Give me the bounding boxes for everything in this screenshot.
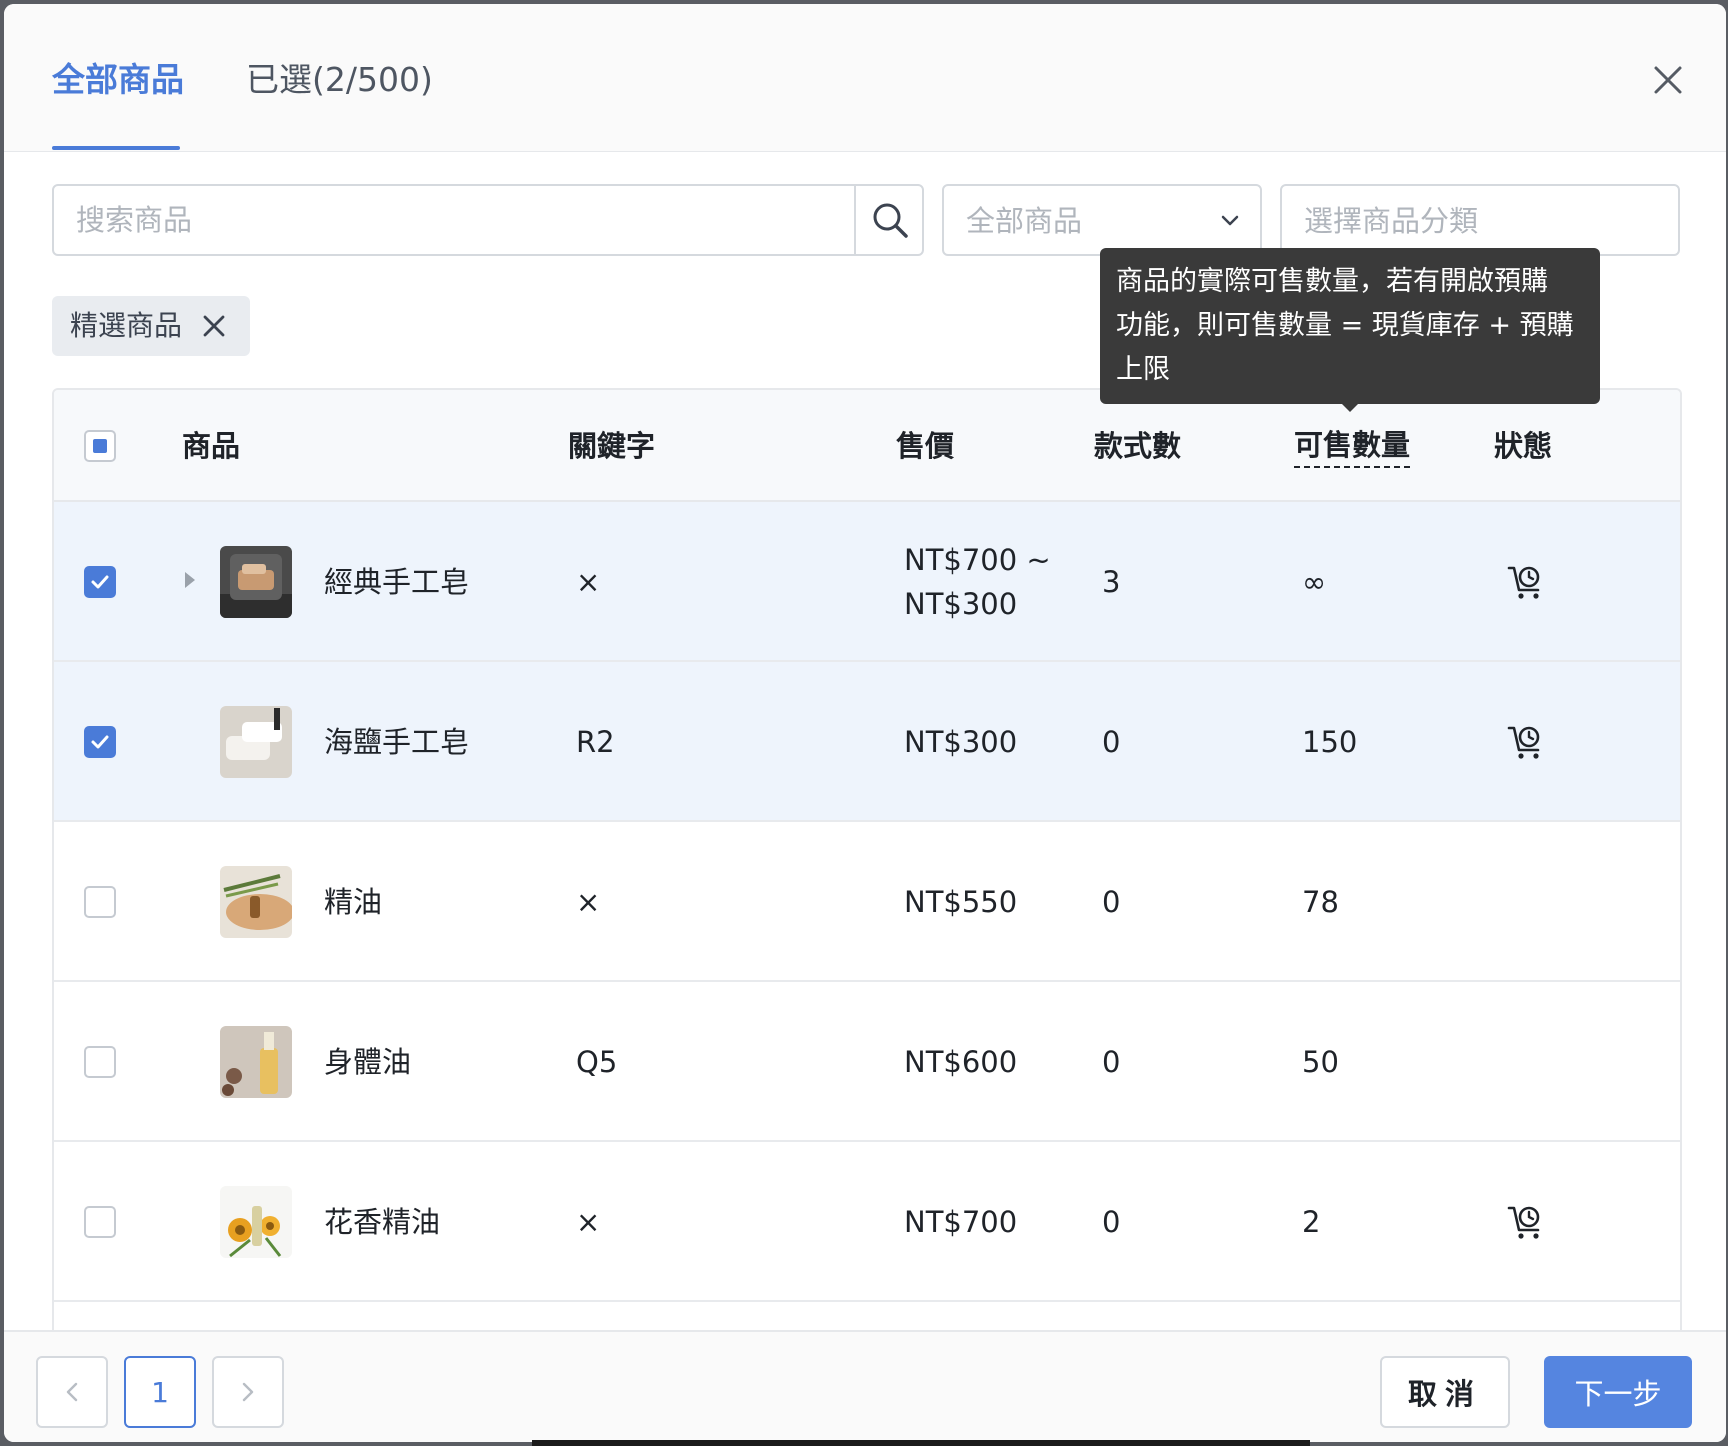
- product-keyword: ×: [576, 885, 601, 919]
- cancel-button[interactable]: 取消: [1380, 1356, 1510, 1428]
- category-select[interactable]: 選擇商品分類: [1280, 184, 1680, 256]
- chevron-right-icon: [242, 1382, 254, 1402]
- row-checkbox[interactable]: [84, 1206, 116, 1238]
- product-type-select[interactable]: 全部商品: [942, 184, 1262, 256]
- sellable-quantity: 50: [1302, 1045, 1339, 1079]
- variant-count: 0: [1102, 1205, 1121, 1239]
- product-name: 精油: [324, 885, 383, 919]
- category-placeholder: 選擇商品分類: [1304, 204, 1479, 238]
- table-row[interactable]: 身體油 Q5 NT$600 0 50: [54, 982, 1680, 1142]
- product-keyword: ×: [576, 565, 601, 599]
- tooltip-line: 上限: [1116, 354, 1170, 385]
- sellable-quantity: ∞: [1302, 565, 1327, 599]
- search-button[interactable]: [854, 186, 924, 254]
- variant-count: 0: [1102, 725, 1121, 759]
- select-all-checkbox[interactable]: [84, 430, 116, 462]
- product-picker-modal: 全部商品 已選(2/500) 全部商品 選擇商品分類 精選商品 商品 關鍵字 售…: [4, 4, 1726, 1442]
- header-price: 售價: [896, 429, 955, 463]
- next-page-button[interactable]: [212, 1356, 284, 1428]
- tooltip-arrow: [1340, 402, 1360, 412]
- table-row[interactable]: 海鹽手工皂 R2 NT$300 0 150: [54, 662, 1680, 822]
- sellable-quantity: 2: [1302, 1205, 1321, 1239]
- sellable-quantity: 150: [1302, 725, 1358, 759]
- table-row[interactable]: 經典手工皂 × NT$700 ~ NT$300 3 ∞: [54, 502, 1680, 662]
- cart-clock-icon: [1506, 562, 1546, 602]
- search-icon: [873, 203, 908, 238]
- prev-page-button[interactable]: [36, 1356, 108, 1428]
- product-thumbnail: [220, 866, 292, 938]
- variant-count: 0: [1102, 885, 1121, 919]
- tooltip-line: 功能，則可售數量 = 現貨庫存 + 預購: [1116, 310, 1574, 341]
- stock-tooltip: 商品的實際可售數量，若有開啟預購 功能，則可售數量 = 現貨庫存 + 預購 上限: [1100, 248, 1600, 404]
- background-bar: [532, 1440, 1310, 1446]
- variant-count: 3: [1102, 565, 1121, 599]
- header-keyword: 關鍵字: [568, 429, 656, 463]
- filter-tag-label: 精選商品: [70, 309, 183, 342]
- product-thumbnail: [220, 1026, 292, 1098]
- product-name: 身體油: [324, 1045, 412, 1079]
- row-checkbox[interactable]: [84, 886, 116, 918]
- row-checkbox[interactable]: [84, 566, 116, 598]
- product-price: NT$300: [904, 725, 1018, 759]
- search-input[interactable]: [76, 198, 836, 242]
- cart-clock-icon: [1506, 722, 1546, 762]
- tab-selected[interactable]: 已選(2/500): [246, 56, 433, 104]
- variant-count: 0: [1102, 1045, 1121, 1079]
- product-thumbnail: [220, 1186, 292, 1258]
- product-keyword: R2: [576, 725, 615, 759]
- header-stock[interactable]: 可售數量: [1294, 426, 1411, 468]
- product-table: 商品 關鍵字 售價 款式數 可售數量 狀態 經典手工皂 × NT$700 ~ N…: [52, 388, 1682, 1398]
- cart-clock-icon: [1506, 1202, 1546, 1242]
- table-row[interactable]: 精油 × NT$550 0 78: [54, 822, 1680, 982]
- product-price: NT$550: [904, 885, 1018, 919]
- product-price: NT$600: [904, 1045, 1018, 1079]
- product-name: 海鹽手工皂: [324, 725, 470, 759]
- tab-all-products[interactable]: 全部商品: [52, 56, 184, 104]
- modal-header: 全部商品 已選(2/500): [4, 4, 1726, 152]
- chevron-left-icon: [66, 1382, 78, 1402]
- search-field: [52, 184, 924, 256]
- product-name: 花香精油: [324, 1205, 441, 1239]
- header-product: 商品: [182, 429, 241, 463]
- product-keyword: ×: [576, 1205, 601, 1239]
- expand-caret-icon[interactable]: [180, 566, 200, 594]
- header-variants: 款式數: [1094, 429, 1182, 463]
- close-icon[interactable]: [1648, 60, 1688, 100]
- product-type-placeholder: 全部商品: [966, 204, 1083, 238]
- next-step-button[interactable]: 下一步: [1544, 1356, 1692, 1428]
- product-price: NT$700 ~ NT$300: [904, 543, 1051, 621]
- product-thumbnail: [220, 546, 292, 618]
- table-header: 商品 關鍵字 售價 款式數 可售數量 狀態: [54, 390, 1680, 502]
- remove-tag-icon[interactable]: [200, 312, 228, 340]
- filter-tag: 精選商品: [52, 296, 250, 356]
- page-number-button[interactable]: 1: [124, 1356, 196, 1428]
- tooltip-line: 商品的實際可售數量，若有開啟預購: [1116, 266, 1548, 297]
- product-thumbnail: [220, 706, 292, 778]
- table-row[interactable]: 花香精油 × NT$700 0 2: [54, 1142, 1680, 1302]
- active-tab-indicator: [52, 146, 180, 150]
- product-keyword: Q5: [576, 1045, 618, 1079]
- header-status: 狀態: [1494, 429, 1553, 463]
- modal-footer: 1 取消 下一步: [4, 1330, 1726, 1442]
- chevron-down-icon: [1221, 215, 1239, 226]
- product-name: 經典手工皂: [324, 565, 470, 599]
- row-checkbox[interactable]: [84, 726, 116, 758]
- product-price: NT$700: [904, 1205, 1018, 1239]
- row-checkbox[interactable]: [84, 1046, 116, 1078]
- sellable-quantity: 78: [1302, 885, 1339, 919]
